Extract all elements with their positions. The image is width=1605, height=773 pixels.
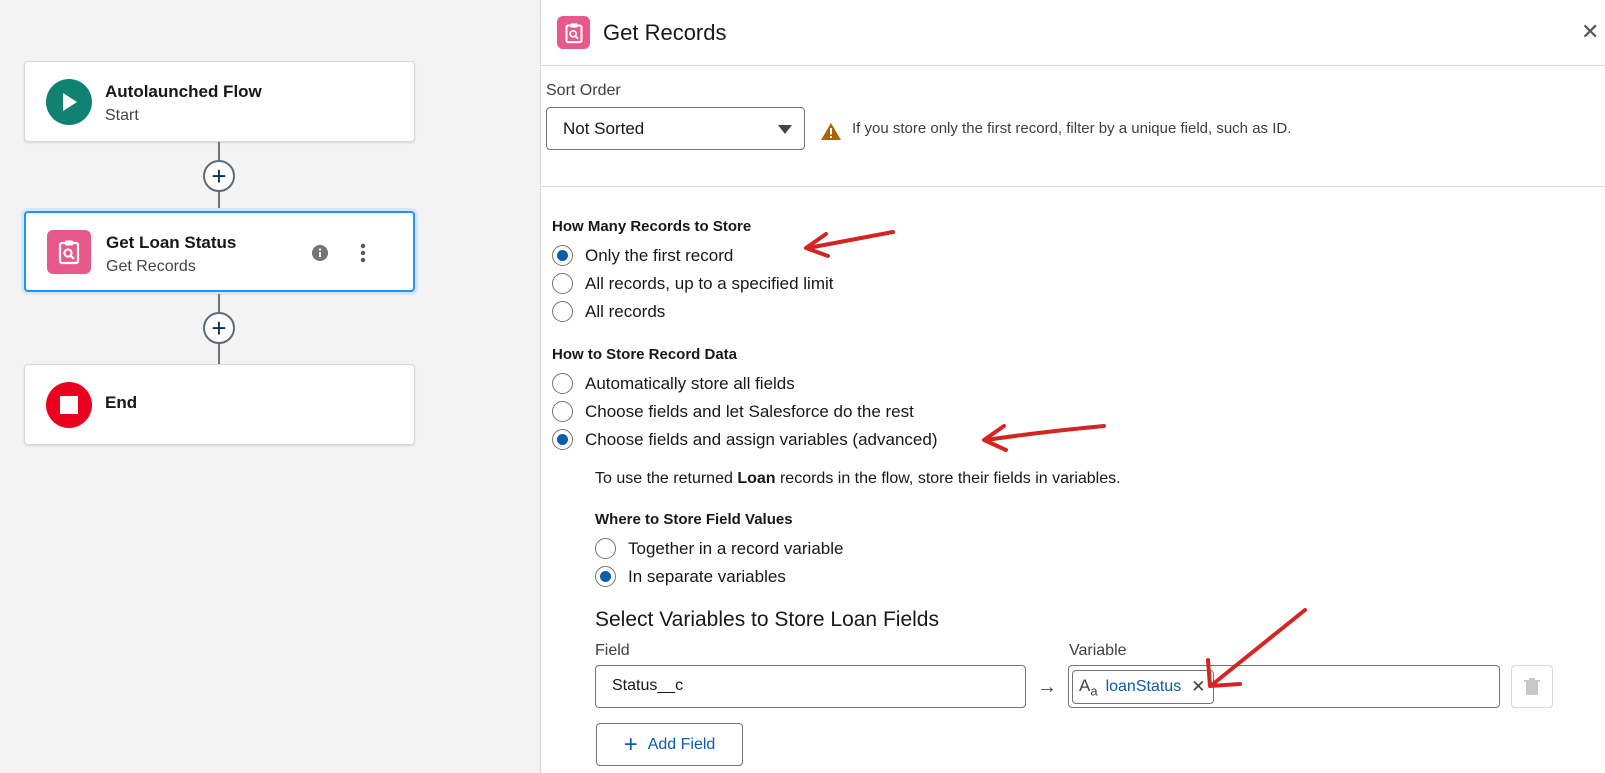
get-records-icon — [557, 16, 590, 49]
object-name: Loan — [737, 470, 776, 487]
field-column-label: Field — [595, 642, 630, 659]
add-element-button[interactable]: + — [203, 160, 235, 192]
radio-only-first-record[interactable]: Only the first record — [552, 245, 733, 266]
radio-button[interactable] — [552, 429, 573, 450]
start-node-title: Autolaunched Flow — [105, 82, 262, 101]
field-input[interactable]: Status__c — [595, 665, 1026, 708]
variable-column-label: Variable — [1069, 642, 1127, 659]
how-many-title: How Many Records to Store — [552, 218, 752, 235]
radio-button[interactable] — [552, 301, 573, 322]
get-records-node-subtitle: Get Records — [106, 258, 196, 275]
remove-icon[interactable]: ✕ — [1191, 677, 1205, 697]
radio-button[interactable] — [595, 538, 616, 559]
radio-label: In separate variables — [628, 566, 786, 586]
flow-canvas: Autolaunched Flow Start + Get Loan Statu… — [0, 0, 541, 773]
properties-panel: Get Records ✕ Sort Order Not Sorted If y… — [541, 0, 1605, 773]
radio-record-variable[interactable]: Together in a record variable — [595, 538, 843, 559]
section-divider — [541, 186, 1605, 187]
panel-header: Get Records ✕ — [541, 0, 1605, 66]
radio-label: Choose fields and assign variables (adva… — [585, 429, 938, 449]
radio-button[interactable] — [552, 273, 573, 294]
radio-label: All records, up to a specified limit — [585, 273, 834, 293]
end-node[interactable]: End — [24, 364, 415, 445]
variable-pill-value: loanStatus — [1105, 678, 1182, 695]
sort-warning-text: If you store only the first record, filt… — [852, 120, 1292, 137]
close-icon[interactable]: ✕ — [1581, 19, 1599, 45]
get-records-node[interactable]: Get Loan Status Get Records — [24, 211, 415, 292]
field-input-value: Status__c — [612, 677, 684, 694]
more-actions-icon[interactable] — [360, 243, 366, 268]
start-node-subtitle: Start — [105, 107, 139, 124]
warning-icon — [820, 122, 842, 146]
text-type-icon: Aa — [1079, 675, 1098, 699]
sort-order-value: Not Sorted — [563, 119, 645, 138]
info-icon[interactable] — [312, 245, 328, 266]
store-info-text: To use the returned Loan records in the … — [595, 470, 1121, 488]
chevron-down-icon — [778, 125, 792, 134]
stop-icon — [46, 382, 92, 428]
delete-row-button[interactable] — [1511, 665, 1553, 708]
sort-order-select[interactable]: Not Sorted — [546, 107, 805, 150]
panel-title: Get Records — [603, 20, 727, 45]
radio-label: Only the first record — [585, 245, 734, 265]
radio-label: Automatically store all fields — [585, 373, 795, 393]
add-field-label: Add Field — [647, 735, 716, 753]
radio-label: Together in a record variable — [628, 538, 844, 558]
add-element-button[interactable]: + — [203, 312, 235, 344]
variable-input[interactable]: Aa loanStatus ✕ — [1068, 665, 1500, 708]
info-text-part: To use the returned — [595, 470, 738, 487]
info-text-part: records in the flow, store their fields … — [775, 470, 1121, 487]
arrow-right-icon: → — [1037, 676, 1057, 698]
plus-icon: + — [623, 730, 638, 758]
sort-order-label: Sort Order — [546, 82, 621, 99]
radio-choose-fields-salesforce[interactable]: Choose fields and let Salesforce do the … — [552, 401, 914, 422]
start-node[interactable]: Autolaunched Flow Start — [24, 61, 415, 142]
add-field-button[interactable]: + Add Field — [596, 723, 743, 766]
radio-choose-fields-advanced[interactable]: Choose fields and assign variables (adva… — [552, 429, 937, 450]
play-icon — [46, 79, 92, 125]
radio-label: Choose fields and let Salesforce do the … — [585, 401, 914, 421]
radio-button[interactable] — [552, 245, 573, 266]
radio-button[interactable] — [552, 401, 573, 422]
radio-button[interactable] — [595, 566, 616, 587]
radio-up-to-limit[interactable]: All records, up to a specified limit — [552, 273, 834, 294]
how-store-title: How to Store Record Data — [552, 346, 738, 363]
radio-separate-variables[interactable]: In separate variables — [595, 566, 786, 587]
get-records-node-title: Get Loan Status — [106, 233, 237, 252]
where-store-title: Where to Store Field Values — [595, 511, 793, 528]
get-records-icon — [47, 230, 91, 274]
variables-section-title: Select Variables to Store Loan Fields — [595, 608, 939, 631]
variable-pill[interactable]: Aa loanStatus ✕ — [1072, 670, 1215, 704]
trash-icon — [1524, 677, 1540, 695]
radio-button[interactable] — [552, 373, 573, 394]
radio-label: All records — [585, 301, 666, 321]
radio-auto-store[interactable]: Automatically store all fields — [552, 373, 795, 394]
radio-all-records[interactable]: All records — [552, 301, 665, 322]
end-node-title: End — [105, 393, 138, 412]
